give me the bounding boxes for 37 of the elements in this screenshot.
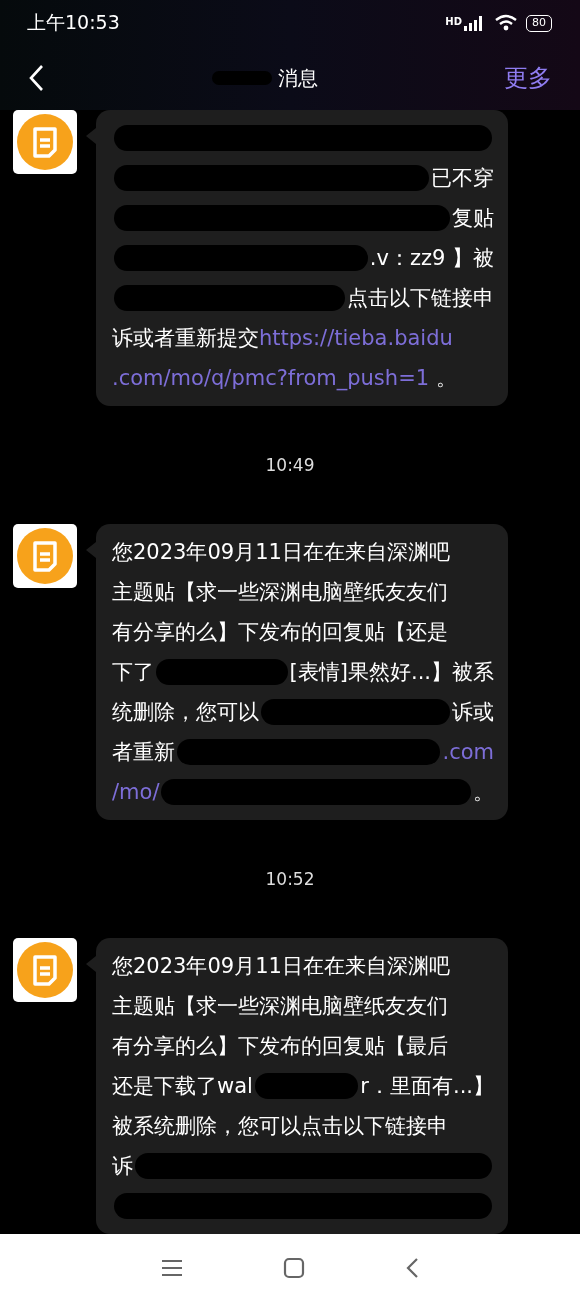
- message-text: 已不穿: [431, 165, 494, 192]
- message-text: 您2023年09月11日在在来自深渊吧: [112, 539, 450, 566]
- wifi-icon: [494, 14, 518, 32]
- message-link[interactable]: https://tieba.baidu: [259, 326, 453, 350]
- network-label: HD: [445, 16, 462, 27]
- message-text: 统删除，您可以: [112, 699, 259, 726]
- more-button[interactable]: 更多: [504, 62, 552, 94]
- message-text: 诉或者重新提交: [112, 325, 259, 352]
- message-text: 诉: [112, 1153, 133, 1180]
- message-text: 复贴: [452, 205, 494, 232]
- menu-icon[interactable]: [161, 1258, 183, 1277]
- message-text: 诉或: [452, 699, 494, 726]
- message-text: 有分享的么】下发布的回复贴【最后: [112, 1033, 448, 1060]
- message-text: 。: [473, 779, 494, 806]
- message-text: 有分享的么】下发布的回复贴【还是: [112, 619, 448, 646]
- message-text: 。: [434, 365, 457, 392]
- timestamp: 10:49: [265, 455, 315, 475]
- message-text: r．里面有...】: [360, 1073, 494, 1100]
- message-text: 您2023年09月11日在在来自深渊吧: [112, 953, 450, 980]
- message-text: 者重新: [112, 739, 175, 766]
- message-text: 主题贴【求一些深渊电脑壁纸友友们: [112, 993, 448, 1020]
- message-text: 点击以下链接申: [347, 285, 494, 312]
- message-text: 下了: [112, 659, 154, 686]
- status-time: 上午10:53: [27, 10, 120, 35]
- message-text: .v：zz9 】被: [369, 245, 494, 272]
- message-text: 被系统删除，您可以点击以下链接申: [112, 1113, 448, 1140]
- message-link[interactable]: .com/mo/q/pmc?from_push=1: [112, 366, 430, 390]
- message-link[interactable]: /mo/: [112, 780, 160, 804]
- message-link[interactable]: .com: [442, 740, 494, 764]
- message-text: [表情]果然好...】被系: [289, 659, 494, 686]
- message-text: 主题贴【求一些深渊电脑壁纸友友们: [112, 579, 448, 606]
- home-icon[interactable]: [283, 1256, 305, 1279]
- battery-icon: 80: [526, 14, 552, 32]
- page-title: 消息: [278, 64, 318, 92]
- timestamp: 10:52: [265, 869, 315, 889]
- message-text: 还是下载了wal: [112, 1073, 253, 1100]
- redaction-scribble: [212, 71, 272, 85]
